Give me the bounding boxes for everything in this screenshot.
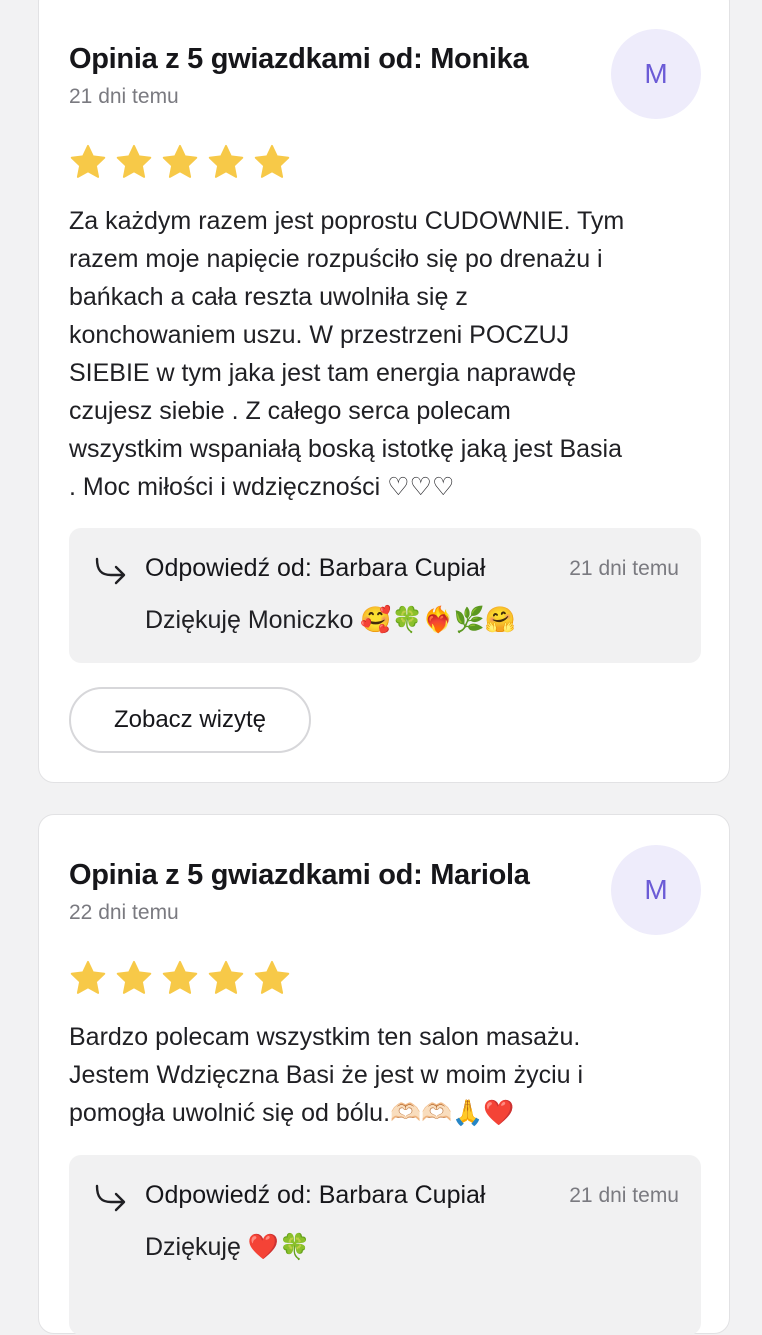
view-visit-button[interactable]: Zobacz wizytę xyxy=(69,687,311,753)
reply-author: Odpowiedź od: Barbara Cupiał xyxy=(145,554,486,582)
review-title: Opinia z 5 gwiazdkami od: Mariola xyxy=(69,859,530,891)
star-icon xyxy=(254,144,290,178)
star-icon xyxy=(208,144,244,178)
owner-reply: Odpowiedź od: Barbara Cupiał 21 dni temu… xyxy=(69,528,701,663)
reply-date: 21 dni temu xyxy=(569,1184,679,1207)
review-card: Opinia z 5 gwiazdkami od: Mariola 22 dni… xyxy=(38,814,730,1335)
reply-arrow-icon xyxy=(95,557,126,585)
avatar: M xyxy=(611,845,701,935)
reply-arrow-icon xyxy=(95,1184,126,1212)
star-icon xyxy=(162,144,198,178)
star-rating xyxy=(69,959,291,997)
reply-author: Odpowiedź od: Barbara Cupiał xyxy=(145,1181,486,1209)
star-icon xyxy=(254,960,290,994)
review-date: 21 dni temu xyxy=(69,85,179,108)
reply-date: 21 dni temu xyxy=(569,557,679,580)
owner-reply: Odpowiedź od: Barbara Cupiał 21 dni temu… xyxy=(69,1155,701,1335)
star-icon xyxy=(70,960,106,994)
star-icon xyxy=(70,144,106,178)
review-card: Opinia z 5 gwiazdkami od: Monika 21 dni … xyxy=(38,0,730,783)
star-rating xyxy=(69,143,291,181)
review-title: Opinia z 5 gwiazdkami od: Monika xyxy=(69,43,529,75)
reply-text: Dziękuję ❤️🍀 xyxy=(145,1233,311,1261)
review-text: Za każdym razem jest poprostu CUDOWNIE. … xyxy=(69,207,625,501)
star-icon xyxy=(116,144,152,178)
reply-text: Dziękuję Moniczko 🥰🍀❤️‍🔥🌿🤗 xyxy=(145,606,516,634)
avatar: M xyxy=(611,29,701,119)
review-date: 22 dni temu xyxy=(69,901,179,924)
review-text: Bardzo polecam wszystkim ten salon masaż… xyxy=(69,1023,584,1127)
star-icon xyxy=(162,960,198,994)
star-icon xyxy=(208,960,244,994)
star-icon xyxy=(116,960,152,994)
